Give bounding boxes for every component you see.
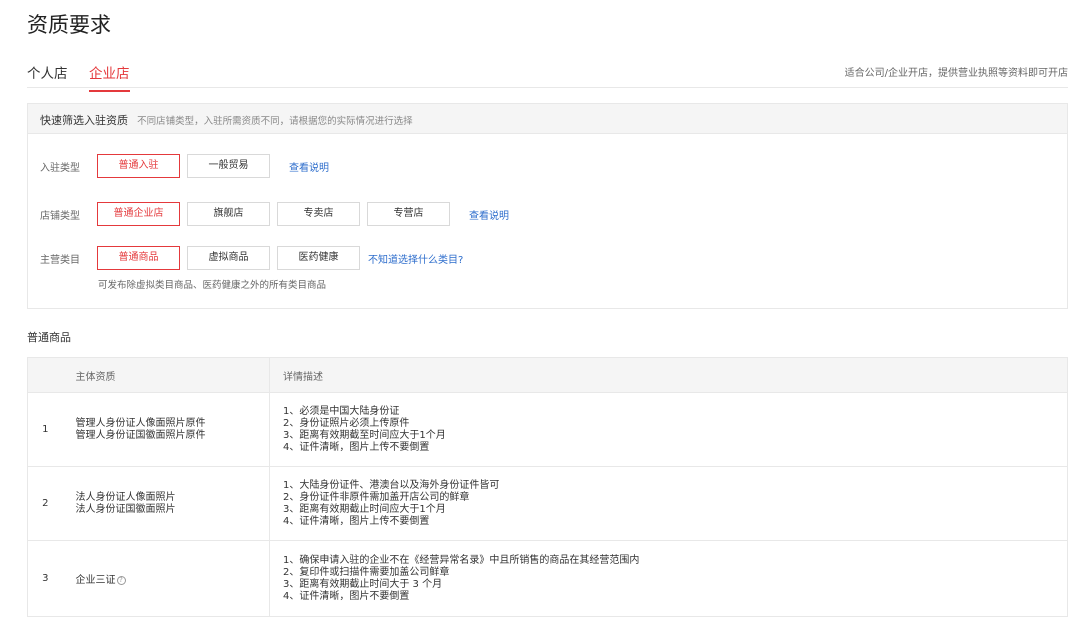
- detail-line: 4、证件清晰，图片上传不要倒置: [283, 441, 430, 453]
- detail-line: 3、距离有效期截至时间应大于1个月: [283, 429, 446, 441]
- subject-line: 管理人身份证国徽面照片原件: [75, 429, 206, 441]
- detail-line: 1、大陆身份证件、港澳台以及海外身份证件皆可: [283, 479, 500, 491]
- option-specialty-store[interactable]: 专营店: [367, 202, 450, 226]
- quick-filter-panel: 快速筛选入驻资质 不同店铺类型，入驻所需资质不同，请根据您的实际情况进行选择 入…: [27, 103, 1068, 309]
- filter-description: 不同店铺类型，入驻所需资质不同，请根据您的实际情况进行选择: [137, 116, 413, 127]
- section-title: 普通商品: [27, 331, 71, 344]
- detail-header: 详情描述: [269, 357, 1068, 393]
- detail-line: 4、证件清晰，图片不要倒置: [283, 590, 410, 602]
- option-medical-health[interactable]: 医药健康: [277, 246, 360, 270]
- tab-enterprise-shop[interactable]: 企业店: [89, 62, 130, 92]
- detail-line: 3、距离有效期截止时间应大于1个月: [283, 503, 446, 515]
- option-flagship-store[interactable]: 旗舰店: [187, 202, 270, 226]
- detail-cell: 1、大陆身份证件、港澳台以及海外身份证件皆可 2、身份证件非原件需加盖开店公司的…: [269, 466, 1068, 541]
- filter-header: 快速筛选入驻资质 不同店铺类型，入驻所需资质不同，请根据您的实际情况进行选择: [28, 104, 1067, 134]
- filter-row-label: 入驻类型: [40, 163, 80, 174]
- qualification-table: 主体资质 详情描述 1 管理人身份证人像面照片原件 管理人身份证国徽面照片原件 …: [27, 357, 1068, 617]
- category-help-link[interactable]: 不知道选择什么类目?: [368, 251, 463, 266]
- shop-type-tabs: 个人店 企业店 适合公司/企业开店，提供营业执照等资料即可开店: [27, 55, 1068, 92]
- subject-line: 企业三证: [75, 575, 116, 586]
- subject-cell: 法人身份证人像面照片 法人身份证国徽面照片: [62, 466, 270, 541]
- option-normal-entry[interactable]: 普通入驻: [97, 154, 180, 178]
- view-explanation-link[interactable]: 查看说明: [469, 207, 509, 222]
- detail-line: 4、证件清晰，图片上传不要倒置: [283, 515, 430, 527]
- option-normal-goods[interactable]: 普通商品: [97, 246, 180, 270]
- tab-hint-text: 适合公司/企业开店，提供营业执照等资料即可开店: [844, 68, 1068, 79]
- table-header-row: 主体资质 详情描述: [27, 357, 1068, 393]
- subject-line: 管理人身份证人像面照片原件: [75, 417, 206, 429]
- subject-line: 法人身份证国徽面照片: [75, 503, 176, 515]
- detail-line: 1、必须是中国大陆身份证: [283, 405, 400, 417]
- row-index: 3: [27, 540, 63, 617]
- option-normal-enterprise-shop[interactable]: 普通企业店: [97, 202, 180, 226]
- option-general-trade[interactable]: 一般贸易: [187, 154, 270, 178]
- detail-line: 2、身份证件非原件需加盖开店公司的鲜章: [283, 491, 470, 503]
- subject-header: 主体资质: [62, 357, 270, 393]
- row-index: 2: [27, 466, 63, 541]
- subject-cell: 企业三证?: [62, 540, 270, 617]
- filter-title: 快速筛选入驻资质: [40, 114, 128, 127]
- detail-line: 2、身份证照片必须上传原件: [283, 417, 410, 429]
- detail-cell: 1、确保申请入驻的企业不在《经营异常名录》中且所销售的商品在其经营范围内 2、复…: [269, 540, 1068, 617]
- row-index: 1: [27, 392, 63, 467]
- detail-line: 3、距离有效期截止时间大于 3 个月: [283, 578, 443, 590]
- detail-line: 1、确保申请入驻的企业不在《经营异常名录》中且所销售的商品在其经营范围内: [283, 554, 640, 566]
- detail-line: 2、复印件或扫描件需要加盖公司鲜章: [283, 566, 450, 578]
- help-circle-icon[interactable]: ?: [116, 576, 126, 585]
- filter-row-label: 主营类目: [40, 255, 80, 266]
- tab-personal-shop[interactable]: 个人店: [27, 62, 68, 90]
- subject-line: 法人身份证人像面照片: [75, 491, 176, 503]
- filter-row-label: 店铺类型: [40, 211, 80, 222]
- page-title: 资质要求: [27, 13, 111, 37]
- category-note: 可发布除虚拟类目商品、医药健康之外的所有类目商品: [98, 280, 327, 291]
- view-explanation-link[interactable]: 查看说明: [289, 159, 329, 174]
- index-header: [27, 357, 63, 393]
- table-row: 3 企业三证? 1、确保申请入驻的企业不在《经营异常名录》中且所销售的商品在其经…: [27, 540, 1068, 617]
- detail-cell: 1、必须是中国大陆身份证 2、身份证照片必须上传原件 3、距离有效期截至时间应大…: [269, 392, 1068, 467]
- subject-cell: 管理人身份证人像面照片原件 管理人身份证国徽面照片原件: [62, 392, 270, 467]
- table-row: 2 法人身份证人像面照片 法人身份证国徽面照片 1、大陆身份证件、港澳台以及海外…: [27, 466, 1068, 541]
- table-row: 1 管理人身份证人像面照片原件 管理人身份证国徽面照片原件 1、必须是中国大陆身…: [27, 392, 1068, 467]
- option-virtual-goods[interactable]: 虚拟商品: [187, 246, 270, 270]
- option-franchise-store[interactable]: 专卖店: [277, 202, 360, 226]
